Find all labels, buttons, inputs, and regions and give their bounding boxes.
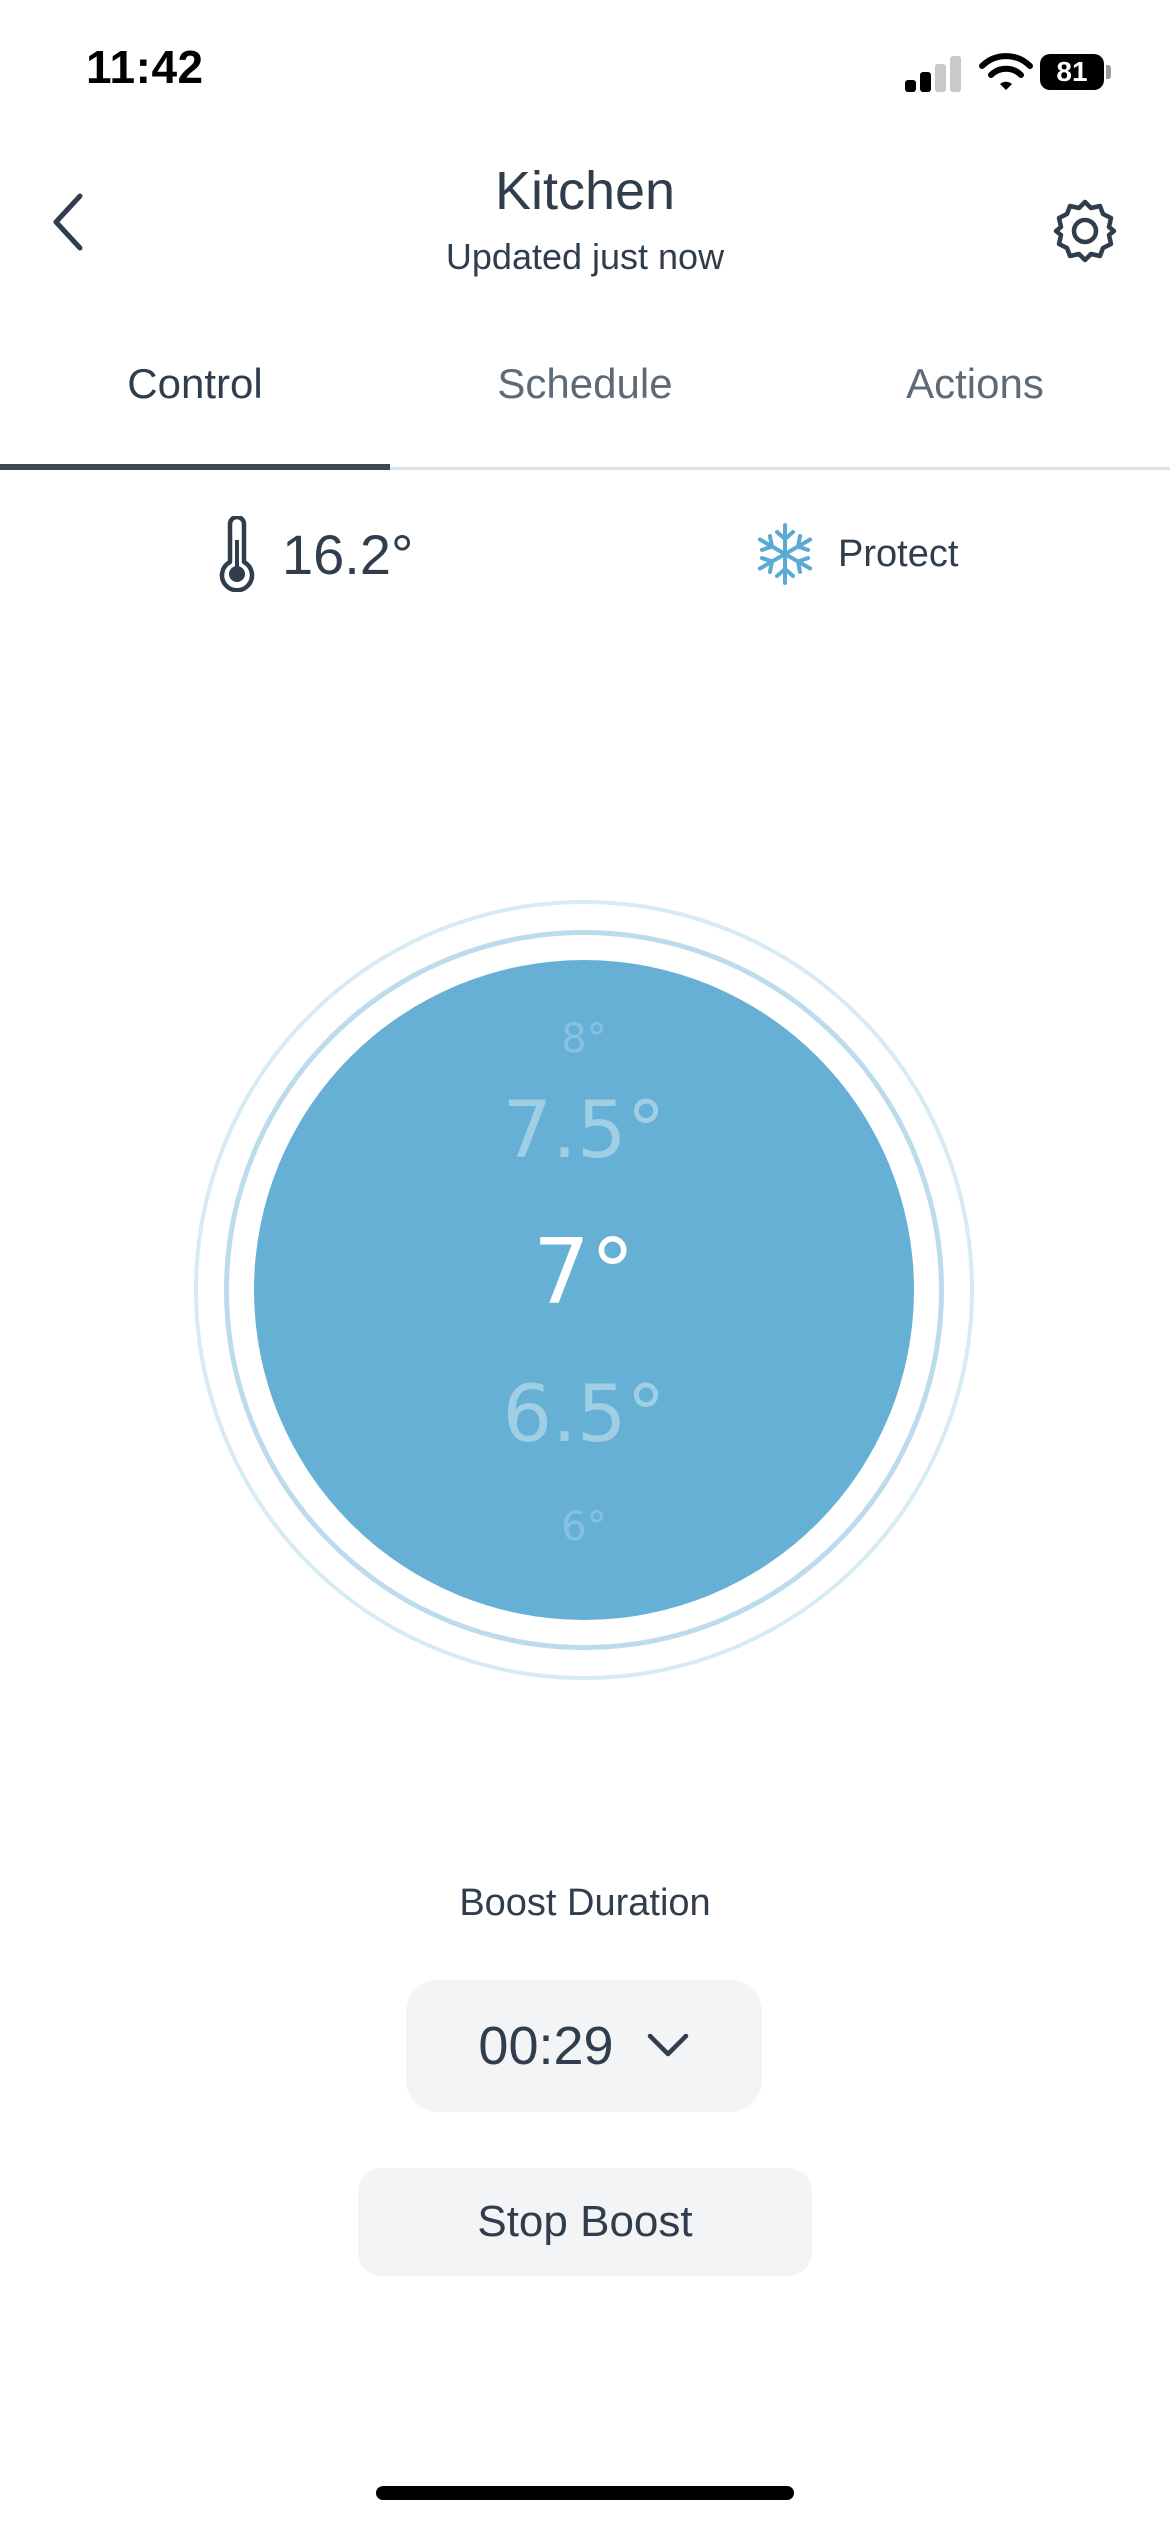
dial-value-7-5: 7.5° bbox=[502, 1086, 666, 1176]
boost-duration-label: Boost Duration bbox=[459, 1882, 711, 1924]
chevron-down-icon bbox=[647, 2033, 688, 2057]
gear-icon bbox=[1053, 199, 1117, 263]
tab-schedule[interactable]: Schedule bbox=[390, 360, 780, 408]
home-indicator bbox=[376, 2486, 794, 2500]
mode-label: Protect bbox=[838, 532, 959, 575]
tab-control[interactable]: Control bbox=[0, 360, 390, 408]
tab-actions[interactable]: Actions bbox=[780, 360, 1170, 408]
dial-value-6: 6° bbox=[561, 1504, 607, 1550]
wifi-icon bbox=[979, 53, 1033, 90]
dial-value-8: 8° bbox=[561, 1016, 607, 1062]
dial-value-selected: 7° bbox=[532, 1220, 636, 1325]
dial-value-6-5: 6.5° bbox=[502, 1370, 666, 1460]
boost-duration-select[interactable]: 00:29 bbox=[406, 1980, 762, 2112]
current-temperature-value: 16.2° bbox=[282, 522, 414, 586]
cellular-signal-icon bbox=[905, 56, 961, 92]
thermometer-icon bbox=[219, 516, 255, 592]
stop-boost-button[interactable]: Stop Boost bbox=[358, 2168, 812, 2276]
settings-button[interactable] bbox=[1044, 190, 1126, 272]
battery-level: 81 bbox=[1056, 56, 1088, 87]
temperature-dial[interactable]: 8° 7.5° 7° 6.5° 6° bbox=[194, 900, 974, 1680]
snowflake-icon bbox=[757, 523, 813, 585]
page-title: Kitchen bbox=[494, 161, 676, 221]
status-time: 11:42 bbox=[86, 41, 204, 93]
update-status: Updated just now bbox=[445, 236, 725, 277]
boost-duration-value: 00:29 bbox=[478, 2016, 614, 2076]
battery-icon: 81 bbox=[1040, 54, 1112, 90]
mode-indicator: Protect bbox=[752, 516, 958, 592]
current-temperature: 16.2° bbox=[214, 516, 413, 592]
tab-active-indicator bbox=[0, 464, 390, 470]
